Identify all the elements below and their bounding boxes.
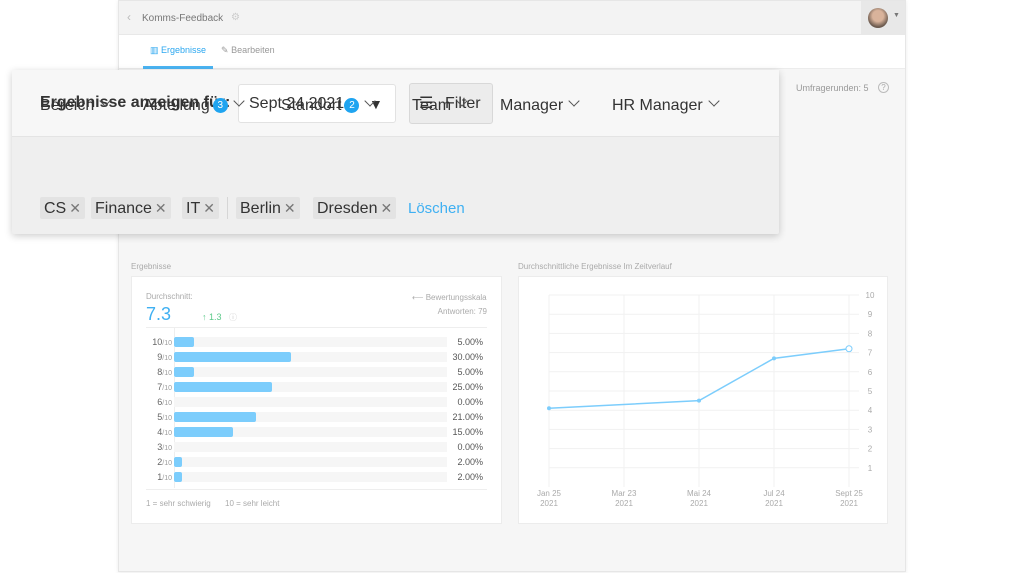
data-point (697, 398, 701, 403)
data-point (845, 345, 853, 353)
y-tick-label: 9 (868, 310, 873, 319)
y-tick-label: 6 (868, 368, 873, 377)
x-tick-label: Mai 24 (687, 489, 712, 498)
x-tick-label: 2021 (540, 499, 558, 508)
x-tick-label: 2021 (840, 499, 858, 508)
y-tick-label: 8 (868, 329, 873, 338)
x-tick-label: Sept 25 (835, 489, 863, 498)
y-tick-label: 4 (868, 406, 873, 415)
x-tick-label: Jul 24 (763, 489, 785, 498)
x-tick-label: 2021 (765, 499, 783, 508)
y-tick-label: 7 (868, 349, 873, 358)
y-tick-label: 10 (866, 291, 875, 300)
data-point (772, 356, 776, 361)
y-tick-label: 3 (868, 425, 873, 434)
y-tick-label: 2 (868, 445, 873, 454)
x-tick-label: 2021 (690, 499, 708, 508)
x-tick-label: Jan 25 (537, 489, 562, 498)
line-chart: 12345678910Jan 252021Mar 232021Mai 24202… (537, 291, 875, 508)
data-point (547, 406, 551, 411)
x-tick-label: 2021 (615, 499, 633, 508)
y-tick-label: 5 (868, 387, 873, 396)
x-tick-label: Mar 23 (612, 489, 637, 498)
y-tick-label: 1 (868, 464, 873, 473)
